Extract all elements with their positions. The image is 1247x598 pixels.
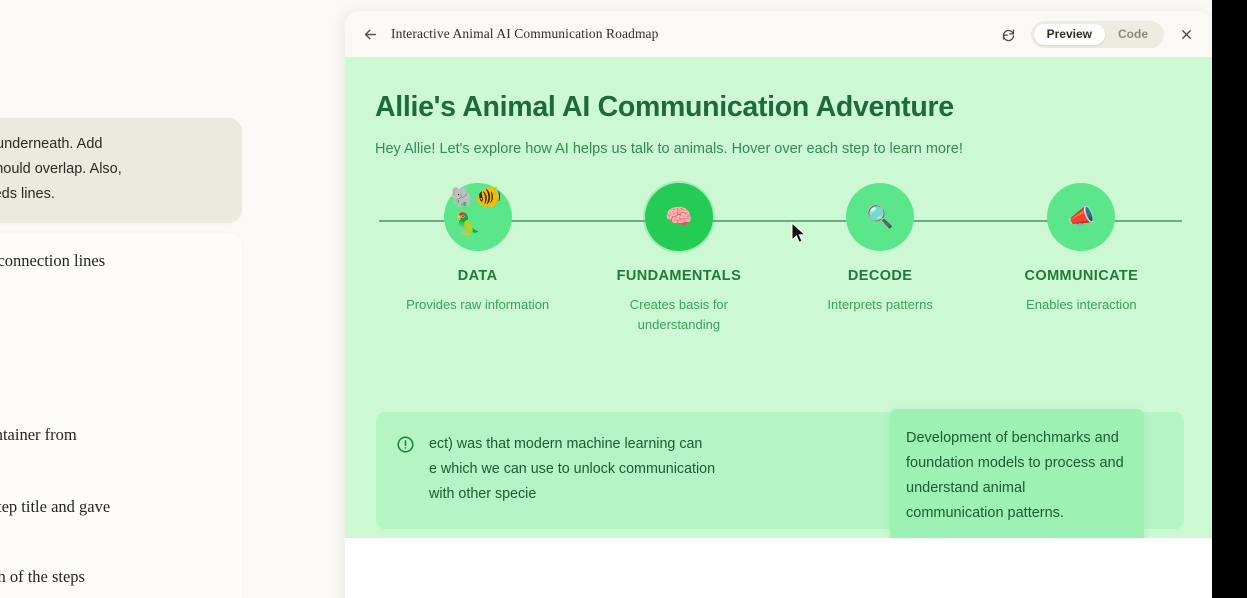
back-arrow-icon[interactable] bbox=[357, 21, 383, 47]
step-communicate-description: Enables interaction bbox=[1026, 297, 1137, 312]
step-decode[interactable]: 🔍 DECODE Interprets patterns bbox=[780, 183, 981, 335]
step-data-title: DATA bbox=[457, 268, 498, 284]
preview-code-toggle[interactable]: Preview Code bbox=[1030, 20, 1164, 48]
artifact-header: Interactive Animal AI Communication Road… bbox=[345, 11, 1212, 57]
loudspeaker-icon: 📣 bbox=[1067, 204, 1096, 229]
right-black-gutter bbox=[1212, 0, 1247, 598]
step-data-bubble[interactable]: 🐘 🐠 🦜 bbox=[443, 183, 512, 251]
assistant-line-4: ow the step title and gave bbox=[0, 497, 111, 516]
step-communicate-title: COMMUNICATE bbox=[1024, 268, 1139, 284]
roadmap-steps-row: 🐘 🐠 🦜 DATA Provides raw information 🧠 FU… bbox=[377, 183, 1182, 335]
user-message-line-3: ust. It needs lines. bbox=[0, 186, 55, 202]
user-message-line-1: captions underneath. Add bbox=[0, 136, 103, 152]
assistant-message: missing connection lines es: steps conta… bbox=[0, 233, 242, 598]
assistant-line-2: es: bbox=[0, 283, 224, 307]
step-communicate[interactable]: 📣 COMMUNICATE Enables interaction bbox=[981, 183, 1182, 335]
step-decode-description: Interprets patterns bbox=[827, 297, 933, 312]
step-data[interactable]: 🐘 🐠 🦜 DATA Provides raw information bbox=[377, 183, 578, 335]
page-title: Allie's Animal AI Communication Adventur… bbox=[375, 91, 954, 123]
elephant-icon: 🐘 bbox=[450, 187, 476, 209]
callout-line-2: e which we can use to unlock communicati… bbox=[429, 461, 716, 477]
step-fundamentals-title: FUNDAMENTALS bbox=[616, 268, 742, 284]
screen-root: captions underneath. Add No text should … bbox=[0, 0, 1247, 598]
step-communicate-bubble[interactable]: 📣 bbox=[1047, 183, 1116, 251]
assistant-gap-a bbox=[0, 317, 224, 423]
step-fundamentals-description: Creates basis for understanding bbox=[629, 297, 728, 332]
page-subtitle: Hey Allie! Let's explore how AI helps us… bbox=[375, 141, 963, 157]
assistant-gap-b bbox=[0, 457, 224, 495]
step-decode-title: DECODE bbox=[847, 268, 913, 284]
assistant-line-5: tire width of the steps bbox=[0, 567, 85, 586]
user-message-bubble: captions underneath. Add No text should … bbox=[0, 118, 242, 223]
magnifying-glass-icon: 🔍 bbox=[866, 204, 894, 229]
close-icon[interactable] bbox=[1176, 24, 1196, 44]
parrot-icon: 🦜 bbox=[454, 213, 481, 236]
tab-code[interactable]: Code bbox=[1105, 24, 1161, 45]
artifact-header-actions: Preview Code bbox=[999, 20, 1196, 48]
tropical-fish-icon: 🐠 bbox=[474, 184, 503, 209]
assistant-line-1: missing connection lines bbox=[0, 251, 106, 270]
callout-line-3: with other specie bbox=[429, 486, 537, 502]
brain-icon: 🧠 bbox=[665, 204, 693, 229]
step-decode-bubble[interactable]: 🔍 bbox=[846, 183, 915, 251]
user-message-line-2: No text should overlap. Also, bbox=[0, 161, 122, 177]
step-tooltip: Development of benchmarks and foundation… bbox=[890, 409, 1144, 538]
chat-column: captions underneath. Add No text should … bbox=[0, 0, 330, 598]
tab-preview[interactable]: Preview bbox=[1033, 23, 1105, 45]
step-data-icons: 🐘 🐠 🦜 bbox=[447, 186, 509, 248]
step-fundamentals[interactable]: 🧠 FUNDAMENTALS Creates basis for underst… bbox=[578, 183, 779, 335]
info-callout-text: ect) was that modern machine learning ca… bbox=[429, 432, 715, 507]
artifact-title: Interactive Animal AI Communication Road… bbox=[391, 26, 659, 41]
step-data-description: Provides raw information bbox=[406, 297, 550, 312]
artifact-panel: Interactive Animal AI Communication Road… bbox=[345, 11, 1212, 598]
roadmap-steps: 🐘 🐠 🦜 DATA Provides raw information 🧠 FU… bbox=[377, 183, 1182, 333]
assistant-line-3: steps container from bbox=[0, 425, 77, 444]
exclamation-circle-icon bbox=[396, 435, 415, 454]
step-fundamentals-bubble[interactable]: 🧠 bbox=[644, 183, 713, 251]
preview-footer-area bbox=[345, 538, 1212, 598]
assistant-gap-c bbox=[0, 529, 224, 565]
callout-line-1: ect) was that modern machine learning ca… bbox=[429, 436, 703, 452]
refresh-icon[interactable] bbox=[999, 24, 1019, 44]
preview-canvas: Allie's Animal AI Communication Adventur… bbox=[345, 57, 1212, 538]
